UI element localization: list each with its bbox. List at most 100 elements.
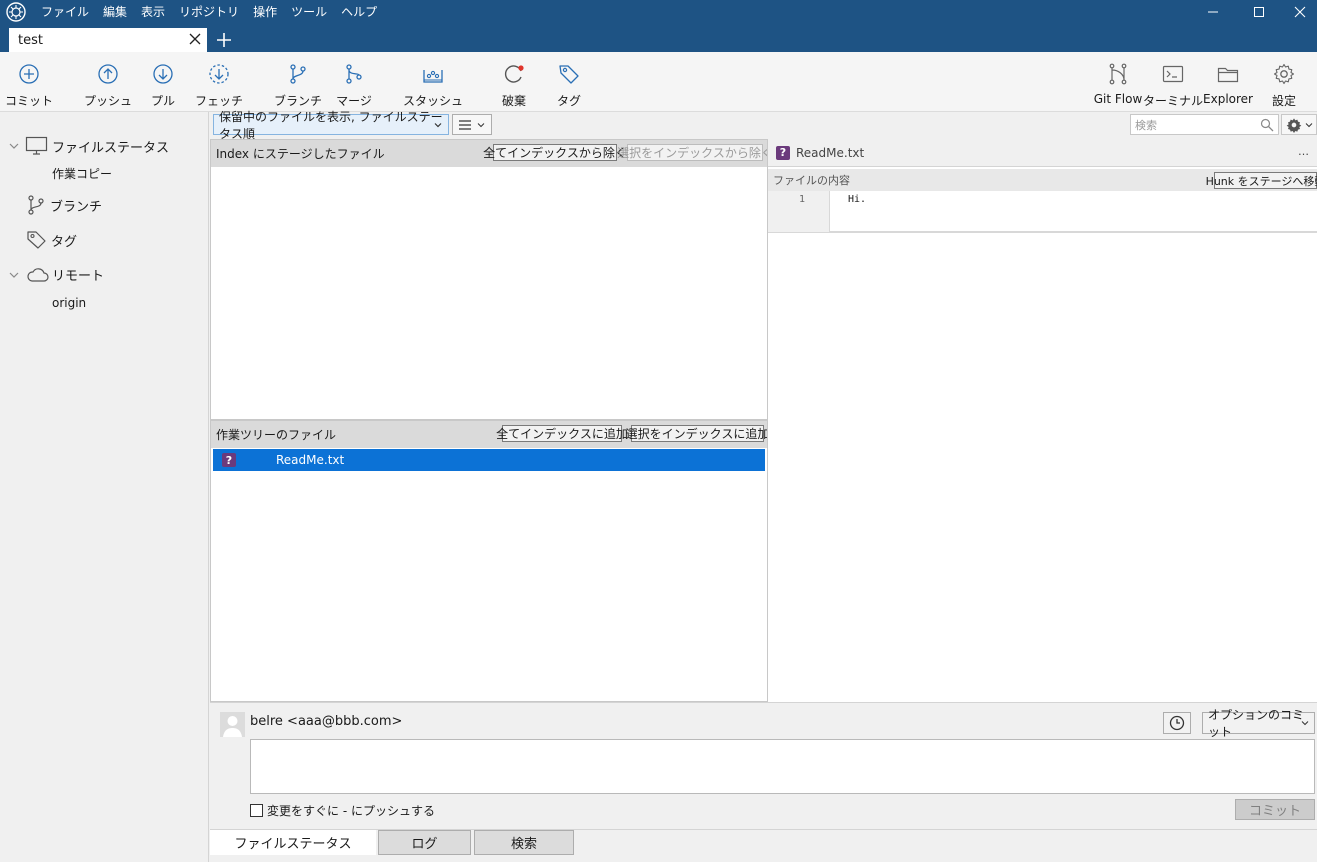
app-logo-icon[interactable] bbox=[6, 2, 26, 22]
toolbar: コミット プッシュ プル フェッチ ブランチ マージ スタッシュ 破棄 タグ G… bbox=[0, 52, 1317, 112]
stash-icon bbox=[423, 70, 443, 83]
sidebar: ファイルステータス 作業コピー ブランチ タグ リモート origin bbox=[0, 112, 209, 862]
sidebar-remotes-label: リモート bbox=[52, 269, 105, 284]
diff-file-name: ReadMe.txt bbox=[796, 145, 865, 160]
chevron-down-icon bbox=[1305, 122, 1312, 127]
sidebar-item-branches[interactable]: ブランチ bbox=[26, 194, 102, 216]
stash-label: スタッシュ bbox=[403, 94, 464, 108]
fetch-icon bbox=[209, 64, 229, 84]
diff-header: ? ReadMe.txt … bbox=[768, 139, 1317, 167]
pull-label: プル bbox=[151, 94, 176, 108]
menu-view[interactable]: 表示 bbox=[134, 0, 172, 24]
chevron-down-icon bbox=[1301, 721, 1309, 726]
menu-actions[interactable]: 操作 bbox=[246, 0, 284, 24]
chevron-down-icon[interactable] bbox=[8, 269, 20, 281]
branch-button[interactable]: ブランチ bbox=[274, 62, 322, 109]
settings-label: 設定 bbox=[1271, 94, 1296, 108]
more-options-icon[interactable]: … bbox=[1298, 145, 1309, 158]
gear-icon bbox=[1273, 63, 1295, 85]
tab-close-icon[interactable] bbox=[188, 32, 202, 46]
search-placeholder: 検索 bbox=[1135, 118, 1157, 132]
maximize-button[interactable] bbox=[1236, 0, 1282, 24]
sidebar-item-remotes[interactable]: リモート bbox=[8, 265, 104, 284]
fetch-button[interactable]: フェッチ bbox=[195, 62, 243, 109]
merge-button[interactable]: マージ bbox=[336, 62, 372, 109]
push-now-option[interactable]: 変更をすぐに - にプッシュする bbox=[250, 802, 435, 819]
staged-files-title: Index にステージしたファイル bbox=[216, 147, 385, 161]
chevron-down-icon bbox=[434, 123, 442, 128]
explorer-button[interactable]: Explorer bbox=[1203, 62, 1253, 106]
chevron-down-icon[interactable] bbox=[8, 140, 20, 152]
diff-hunk-title: ファイルの内容 bbox=[773, 174, 850, 187]
push-icon bbox=[98, 64, 118, 84]
gitflow-label: Git Flow bbox=[1093, 92, 1143, 106]
branch-icon bbox=[28, 195, 44, 215]
sidebar-file-status-label: ファイルステータス bbox=[52, 140, 170, 156]
commit-button[interactable]: コミット bbox=[5, 62, 53, 109]
new-tab-icon[interactable] bbox=[215, 31, 233, 49]
discard-button[interactable]: 破棄 bbox=[500, 62, 528, 109]
commit-history-button[interactable] bbox=[1163, 712, 1191, 734]
user-icon bbox=[223, 716, 242, 737]
file-row[interactable]: ? ReadMe.txt bbox=[213, 449, 765, 471]
sidebar-item-origin[interactable]: origin bbox=[52, 296, 86, 310]
minimize-icon bbox=[1208, 11, 1218, 13]
unstage-selected-button[interactable]: 選択をインデックスから除く bbox=[617, 144, 773, 161]
discard-label: 破棄 bbox=[501, 94, 526, 108]
staged-files-panel: Index にステージしたファイル 全てインデックスから除く 選択をインデックス… bbox=[210, 139, 773, 420]
sidebar-item-file-status[interactable]: ファイルステータス bbox=[8, 136, 169, 156]
menu-help[interactable]: ヘルプ bbox=[334, 0, 384, 24]
sidebar-item-tags[interactable]: タグ bbox=[26, 229, 77, 251]
maximize-icon bbox=[1254, 7, 1264, 17]
tab-search[interactable]: 検索 bbox=[474, 830, 574, 855]
repo-tab[interactable]: test bbox=[9, 28, 207, 52]
stash-button[interactable]: スタッシュ bbox=[403, 62, 463, 109]
commit-message-input[interactable] bbox=[250, 739, 1315, 794]
tag-label: タグ bbox=[557, 94, 582, 108]
title-bar: ファイル 編集 表示 リポジトリ 操作 ツール ヘルプ test bbox=[0, 0, 1317, 52]
stage-all-button[interactable]: 全てインデックスに追加 bbox=[496, 425, 628, 442]
tab-log[interactable]: ログ bbox=[378, 830, 471, 855]
settings-button[interactable]: 設定 bbox=[1271, 62, 1297, 109]
unstage-all-button[interactable]: 全てインデックスから除く bbox=[483, 144, 627, 161]
options-gear-button[interactable] bbox=[1281, 114, 1317, 135]
push-button[interactable]: プッシュ bbox=[84, 62, 132, 109]
working-tree-title: 作業ツリーのファイル bbox=[216, 428, 337, 442]
diff-divider bbox=[768, 232, 1317, 233]
terminal-label: ターミナル bbox=[1143, 94, 1204, 108]
menu-file[interactable]: ファイル bbox=[34, 0, 96, 24]
minimize-button[interactable] bbox=[1190, 0, 1236, 24]
search-input[interactable]: 検索 bbox=[1130, 114, 1279, 135]
menu-repository[interactable]: リポジトリ bbox=[172, 0, 246, 24]
stage-selected-button[interactable]: 選択をインデックスに追加 bbox=[626, 425, 769, 442]
stage-hunk-button[interactable]: Hunk をステージへ移動 bbox=[1206, 172, 1317, 189]
sidebar-item-working-copy[interactable]: 作業コピー bbox=[52, 165, 112, 182]
push-now-checkbox[interactable] bbox=[250, 804, 263, 817]
menu-tools[interactable]: ツール bbox=[284, 0, 334, 24]
diff-line-text: Hi. bbox=[848, 194, 867, 205]
explorer-label: Explorer bbox=[1203, 92, 1253, 106]
cloud-icon bbox=[27, 267, 49, 282]
tag-button[interactable]: タグ bbox=[557, 62, 581, 109]
close-window-button[interactable] bbox=[1282, 0, 1317, 24]
untracked-status-icon: ? bbox=[776, 145, 790, 160]
file-filter-select[interactable]: 保留中のファイルを表示, ファイルステータス順 bbox=[213, 110, 449, 141]
view-mode-button[interactable] bbox=[452, 114, 492, 135]
commit-submit-button[interactable]: コミット bbox=[1235, 799, 1315, 820]
commit-label: コミット bbox=[5, 94, 54, 108]
pull-button[interactable]: プル bbox=[151, 62, 175, 109]
commit-options-select[interactable]: オプションのコミット bbox=[1202, 708, 1315, 739]
tab-file-status[interactable]: ファイルステータス bbox=[210, 830, 376, 855]
chevron-down-icon bbox=[477, 122, 485, 127]
terminal-button[interactable]: ターミナル bbox=[1143, 62, 1203, 109]
folder-icon bbox=[1217, 67, 1239, 83]
menu-edit[interactable]: 編集 bbox=[96, 0, 134, 24]
push-label: プッシュ bbox=[84, 94, 133, 108]
working-tree-panel: 作業ツリーのファイル 全てインデックスに追加 選択をインデックスに追加 ? Re… bbox=[210, 420, 769, 702]
discard-icon bbox=[504, 65, 524, 83]
pull-icon bbox=[153, 64, 173, 84]
merge-label: マージ bbox=[336, 94, 372, 108]
monitor-icon bbox=[25, 136, 48, 155]
sidebar-branches-label: ブランチ bbox=[50, 199, 103, 215]
gitflow-button[interactable]: Git Flow bbox=[1093, 62, 1143, 106]
